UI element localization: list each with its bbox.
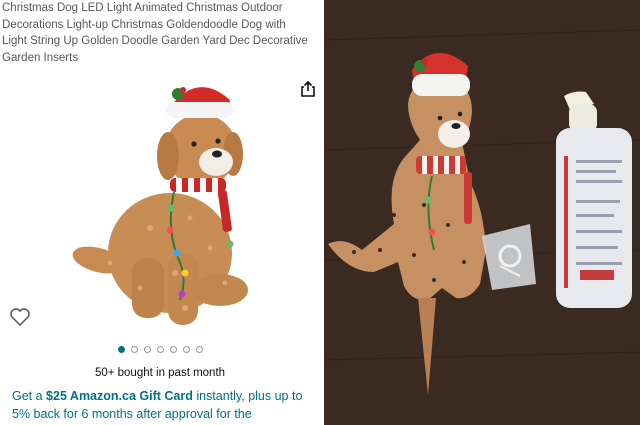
product-title[interactable]: Christmas Dog LED Light Animated Christm… — [2, 0, 318, 66]
carousel-dot-5[interactable] — [169, 346, 177, 353]
carousel-dot-2[interactable] — [130, 346, 138, 353]
carousel-dot-3[interactable] — [143, 346, 151, 353]
promo-highlight[interactable]: $25 Amazon.ca Gift Card — [46, 389, 193, 403]
image-carousel-dots — [0, 346, 320, 358]
product-listing-screenshot: Christmas Dog LED Light Animated Christm… — [0, 0, 320, 425]
received-item-photo — [324, 0, 640, 425]
gift-card-promo[interactable]: Get a $25 Amazon.ca Gift Card instantly,… — [12, 387, 316, 423]
photo-content — [324, 29, 640, 395]
promo-prefix: Get a — [12, 389, 47, 403]
carousel-dot-6[interactable] — [182, 346, 190, 353]
carousel-dot-1[interactable] — [117, 346, 125, 353]
bought-count-text: 50+ bought in past month — [94, 367, 226, 379]
product-image[interactable] — [70, 68, 270, 333]
heart-icon[interactable] — [9, 307, 31, 327]
share-icon[interactable] — [299, 80, 317, 98]
carousel-dot-4[interactable] — [156, 346, 164, 353]
carousel-dot-7[interactable] — [195, 346, 203, 353]
